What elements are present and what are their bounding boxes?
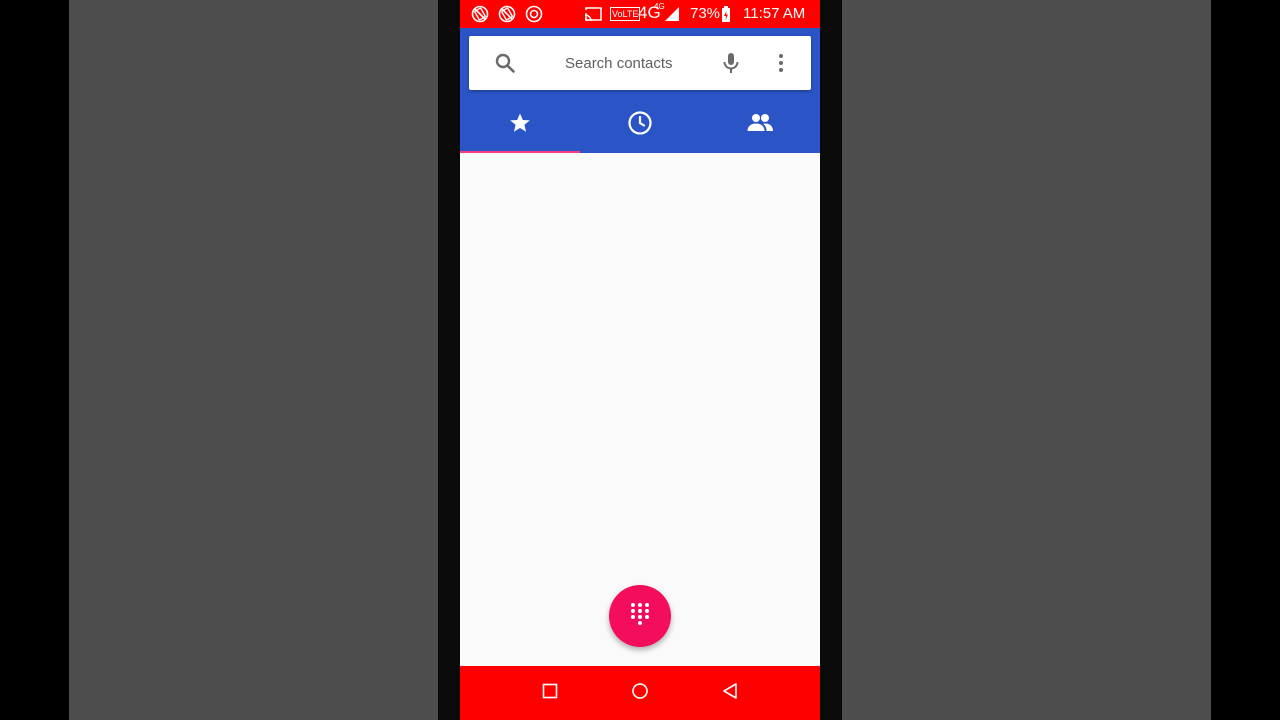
recents-button[interactable]: [540, 683, 560, 703]
phone-screen: VoLTE 4G 4G 73% 11:57 AM: [460, 0, 820, 720]
search-icon[interactable]: [493, 51, 517, 75]
sync-icon: [524, 4, 544, 24]
clock-time: 11:57 AM: [743, 5, 806, 22]
home-circle-icon: [631, 682, 649, 705]
tab-favorites[interactable]: [460, 98, 580, 153]
home-button[interactable]: [630, 682, 650, 705]
clock-icon: [627, 110, 653, 141]
volte-label: VoLTE: [610, 7, 641, 21]
tab-recents[interactable]: [580, 98, 700, 153]
app-bar: [460, 28, 820, 153]
signal-icon: [662, 4, 682, 24]
search-box[interactable]: [469, 36, 811, 90]
right-letterbox: [842, 0, 1211, 720]
star-icon: [508, 111, 532, 140]
cast-icon: [583, 4, 603, 24]
back-button[interactable]: [720, 682, 740, 705]
blocked-notification-icon: [497, 4, 517, 24]
battery-charging-icon: [720, 4, 732, 24]
recents-square-icon: [542, 683, 558, 704]
tab-contacts[interactable]: [700, 98, 820, 153]
battery-percent: 73%: [690, 5, 721, 22]
microphone-icon[interactable]: [719, 51, 743, 75]
navigation-bar: [460, 666, 820, 720]
status-bar: VoLTE 4G 4G 73% 11:57 AM: [460, 0, 820, 28]
search-input[interactable]: [541, 48, 795, 78]
dialpad-icon: [629, 601, 651, 632]
back-triangle-icon: [722, 682, 738, 705]
tab-bar: [460, 98, 820, 153]
left-letterbox: [69, 0, 438, 720]
more-options-icon[interactable]: [769, 51, 793, 75]
people-icon: [746, 112, 774, 139]
dialpad-button[interactable]: [609, 585, 671, 647]
blocked-notification-icon: [470, 4, 490, 24]
